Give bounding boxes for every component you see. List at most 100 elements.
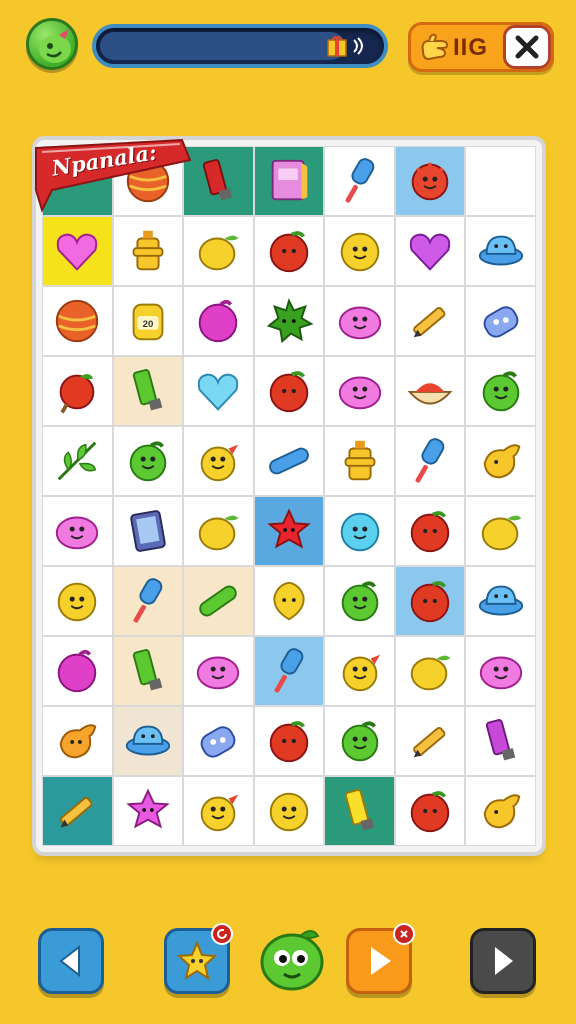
tile[interactable]: 20 (112, 286, 184, 356)
tile[interactable] (465, 146, 536, 216)
tile[interactable] (112, 356, 184, 426)
tile-grid: 20 (42, 146, 536, 846)
tile[interactable] (42, 496, 113, 566)
green-apple-icon (341, 581, 378, 622)
red-monster-icon (411, 162, 449, 201)
tile[interactable] (394, 496, 466, 566)
tile[interactable] (324, 566, 395, 636)
tile[interactable] (394, 356, 466, 426)
back-button[interactable] (38, 928, 104, 994)
tile[interactable] (112, 426, 184, 496)
tile[interactable] (394, 146, 466, 216)
tile[interactable] (394, 566, 466, 636)
tile[interactable] (253, 706, 325, 776)
tile[interactable] (253, 496, 325, 566)
tile[interactable] (253, 216, 325, 286)
tile[interactable] (253, 636, 325, 706)
blue-bowl-icon (478, 585, 523, 616)
cancel-badge (393, 923, 415, 945)
tile[interactable] (42, 286, 113, 356)
tile[interactable] (324, 286, 395, 356)
tile[interactable] (112, 776, 184, 846)
tile[interactable] (253, 776, 325, 846)
close-button[interactable] (503, 25, 551, 69)
tile[interactable] (465, 356, 536, 426)
tile[interactable] (253, 566, 325, 636)
close-icon (400, 930, 408, 938)
tile[interactable] (183, 426, 254, 496)
tile[interactable] (42, 216, 113, 286)
yellow-chick-icon (201, 444, 239, 482)
tile[interactable] (324, 706, 395, 776)
tile[interactable] (465, 706, 536, 776)
tile[interactable] (465, 426, 536, 496)
tile[interactable] (465, 216, 536, 286)
blue-popsicle-icon (415, 438, 445, 483)
tile[interactable] (394, 426, 466, 496)
tile[interactable] (465, 496, 536, 566)
tile[interactable] (253, 426, 325, 496)
red-tomato-icon (269, 231, 309, 273)
next-button[interactable] (470, 928, 536, 994)
tile[interactable] (253, 356, 325, 426)
tile[interactable] (183, 216, 254, 286)
tile[interactable] (112, 566, 184, 636)
tile[interactable] (183, 496, 254, 566)
tile[interactable] (324, 636, 395, 706)
tile[interactable] (394, 636, 466, 706)
magenta-berry-icon (199, 299, 238, 343)
pink-blob-icon (338, 306, 381, 340)
yellow-hydrant-icon (344, 440, 375, 481)
pink-star-icon (126, 788, 170, 829)
tile[interactable] (42, 706, 113, 776)
yellow-smiley-icon (58, 582, 97, 622)
tile[interactable] (183, 706, 254, 776)
red-apple-icon (59, 374, 95, 414)
menu-icon (39, 29, 71, 63)
tile[interactable] (394, 706, 466, 776)
tile[interactable] (112, 636, 184, 706)
yellow-lemon-icon (481, 515, 521, 551)
tile[interactable] (253, 146, 325, 216)
tile[interactable] (183, 566, 254, 636)
tile[interactable] (183, 636, 254, 706)
tile[interactable] (42, 426, 113, 496)
tile[interactable] (324, 146, 395, 216)
tile[interactable] (394, 216, 466, 286)
tile[interactable] (183, 146, 254, 216)
tile[interactable] (112, 496, 184, 566)
yellow-chick-icon (342, 654, 380, 692)
tile[interactable] (183, 776, 254, 846)
tile[interactable] (42, 776, 113, 846)
red-tomato-icon (410, 511, 450, 553)
menu-button[interactable] (26, 18, 78, 70)
tile[interactable] (253, 286, 325, 356)
green-leaf-icon (57, 441, 97, 481)
score-label: IIG (453, 34, 489, 61)
tile[interactable] (324, 426, 395, 496)
play-button[interactable] (346, 923, 415, 994)
tile[interactable] (183, 356, 254, 426)
tile[interactable] (42, 636, 113, 706)
pink-blob-icon (479, 656, 522, 690)
tile[interactable] (324, 776, 395, 846)
tile[interactable] (324, 496, 395, 566)
tile[interactable] (324, 356, 395, 426)
shuffle-button[interactable] (164, 923, 233, 994)
tile[interactable] (465, 636, 536, 706)
tile[interactable] (112, 706, 184, 776)
tile[interactable] (394, 776, 466, 846)
tile[interactable] (465, 286, 536, 356)
tile[interactable] (183, 286, 254, 356)
tile[interactable] (42, 566, 113, 636)
right-arrow-icon (495, 947, 513, 975)
tile[interactable] (324, 216, 395, 286)
tile[interactable] (465, 776, 536, 846)
cyan-smiley-icon (340, 512, 379, 552)
hint-button[interactable] (256, 922, 328, 994)
magenta-berry-icon (58, 649, 97, 693)
tile[interactable] (394, 286, 466, 356)
tile[interactable] (112, 216, 184, 286)
tile[interactable] (42, 356, 113, 426)
tile[interactable] (465, 566, 536, 636)
